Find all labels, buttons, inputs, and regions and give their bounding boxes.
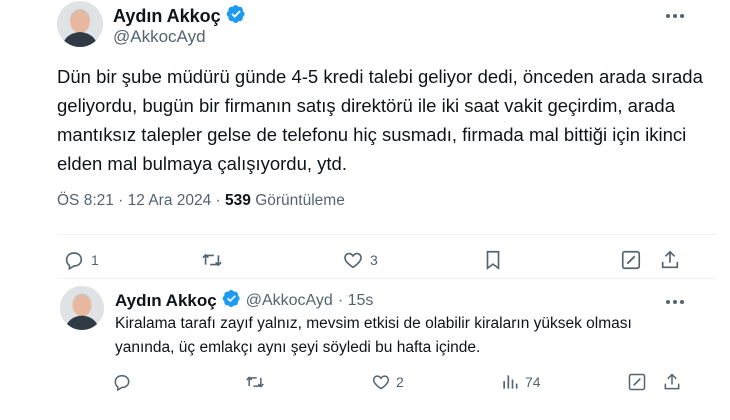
edit-icon: [627, 372, 647, 392]
like-icon: [342, 249, 364, 271]
like-button[interactable]: 3: [342, 249, 378, 271]
share-button[interactable]: [662, 372, 682, 392]
share-button[interactable]: [659, 249, 681, 271]
reply-author-handle[interactable]: @AkkocAyd: [246, 292, 333, 310]
edit-icon: [620, 249, 642, 271]
like-count: 3: [370, 252, 378, 268]
views-label: Görüntüleme: [255, 192, 345, 209]
share-icon: [662, 372, 682, 392]
views-icon: [500, 372, 520, 392]
author-handle[interactable]: @AkkocAyd: [113, 27, 206, 47]
reply-button[interactable]: [112, 372, 137, 392]
verified-badge-icon: [222, 289, 241, 313]
avatar[interactable]: [57, 1, 103, 47]
more-icon[interactable]: [664, 8, 686, 18]
reply-icon: [63, 249, 85, 271]
reply-button[interactable]: 1: [63, 249, 99, 271]
edit-button[interactable]: [627, 372, 647, 392]
repost-button[interactable]: [244, 372, 271, 392]
post-meta: ÖS 8:21 · 12 Ara 2024 · 539 Görüntüleme: [57, 192, 345, 210]
like-icon: [371, 372, 391, 392]
reply-text: Kiralama tarafı zayıf yalnız, mevsim etk…: [115, 315, 632, 356]
repost-button[interactable]: [200, 249, 230, 271]
reply-icon: [112, 372, 132, 392]
reply-time[interactable]: · 15s: [338, 292, 374, 310]
post-text: Dün bir şube müdürü günde 4-5 kredi tale…: [57, 66, 703, 174]
like-count: 2: [396, 374, 404, 390]
share-icon: [659, 249, 681, 271]
bookmark-icon: [483, 249, 503, 271]
bookmark-button[interactable]: [483, 249, 503, 271]
edit-button[interactable]: [620, 249, 642, 271]
reply-author-name[interactable]: Aydın Akkoç: [115, 291, 217, 311]
author-name[interactable]: Aydın Akkoç: [113, 6, 221, 27]
repost-icon: [200, 249, 224, 271]
repost-icon: [244, 372, 266, 392]
avatar[interactable]: [60, 286, 104, 330]
like-button[interactable]: 2: [371, 372, 404, 392]
views-count: 74: [525, 374, 541, 390]
views-button[interactable]: 74: [500, 372, 541, 392]
more-icon[interactable]: [664, 294, 686, 304]
reply-count: 1: [91, 252, 99, 268]
post-time[interactable]: ÖS 8:21 · 12 Ara 2024 ·: [57, 192, 221, 209]
divider: [57, 278, 716, 279]
views-count: 539: [225, 192, 251, 209]
verified-badge-icon: [226, 4, 246, 29]
divider: [57, 234, 716, 235]
